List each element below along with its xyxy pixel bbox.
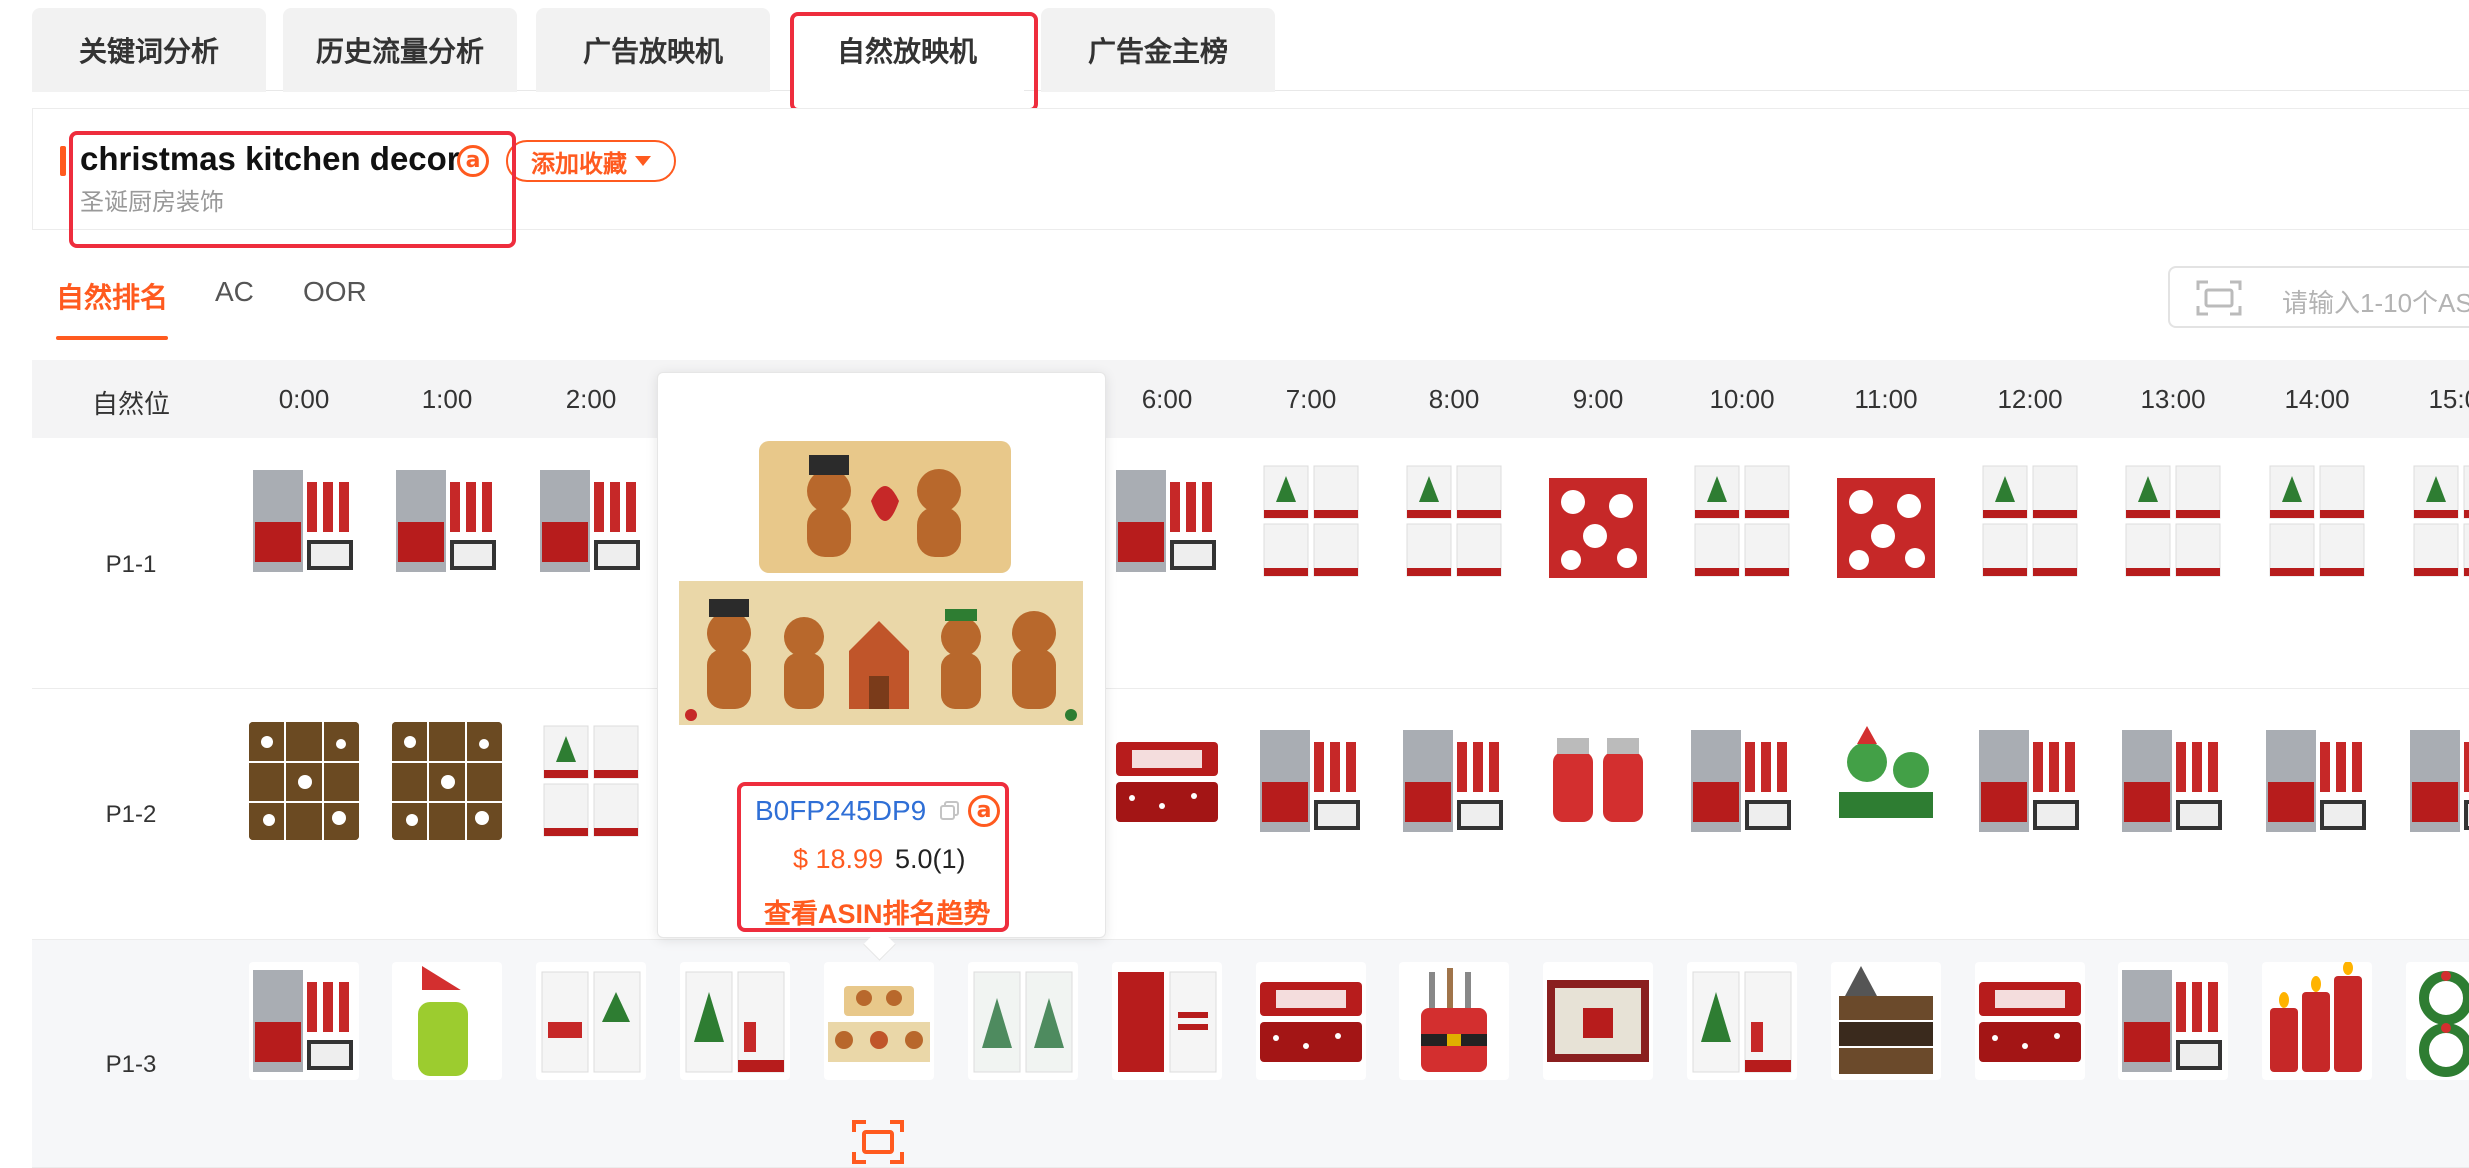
column-header-hour: 12:00 <box>1997 384 2063 414</box>
asin-search-placeholder: 请输入1-10个AS <box>2282 288 2469 318</box>
highlight-box-active-tab <box>790 12 1038 112</box>
product-thumbnail[interactable] <box>2118 462 2228 580</box>
column-header-hour: 15:00 <box>2428 384 2469 414</box>
tab-ad-projector[interactable]: 广告放映机 <box>536 8 770 92</box>
product-thumbnail[interactable] <box>1687 722 1797 840</box>
add-favorite-label: 添加收藏 <box>531 150 627 178</box>
product-thumbnail[interactable] <box>1112 722 1222 840</box>
tab-label: 历史流量分析 <box>315 36 484 67</box>
product-thumbnail[interactable] <box>1399 962 1509 1080</box>
product-thumbnail[interactable] <box>1687 962 1797 1080</box>
tab-label: 广告金主榜 <box>1087 36 1228 67</box>
product-thumbnail[interactable] <box>1543 462 1653 580</box>
product-image[interactable] <box>679 581 1083 725</box>
column-header-hour: 10:00 <box>1709 384 1775 414</box>
product-thumbnail[interactable] <box>968 962 1078 1080</box>
product-thumbnail[interactable] <box>2262 722 2372 840</box>
tab-keyword-analysis[interactable]: 关键词分析 <box>32 8 266 92</box>
scan-icon[interactable] <box>2196 280 2242 316</box>
column-header-hour: 13:00 <box>2140 384 2206 414</box>
product-thumbnail[interactable] <box>1975 462 2085 580</box>
column-header-hour: 6:00 <box>1141 384 1193 414</box>
subtab-ac[interactable]: AC <box>215 276 254 308</box>
product-thumbnail[interactable] <box>249 462 359 580</box>
product-thumbnail[interactable] <box>249 722 359 840</box>
product-thumbnail[interactable] <box>1831 462 1941 580</box>
product-thumbnail[interactable] <box>1399 722 1509 840</box>
column-header-hour: 8:00 <box>1428 384 1480 414</box>
column-header-hour: 7:00 <box>1285 384 1337 414</box>
product-thumbnail[interactable] <box>824 962 934 1080</box>
product-thumbnail[interactable] <box>1256 962 1366 1080</box>
product-thumbnail[interactable] <box>1112 962 1222 1080</box>
row-label: P1-3 <box>105 1051 157 1078</box>
product-thumbnail[interactable] <box>536 462 646 580</box>
column-header-position: 自然位 <box>91 389 171 419</box>
tab-label: 广告放映机 <box>582 36 723 67</box>
product-thumbnail[interactable] <box>1687 462 1797 580</box>
product-thumbnail[interactable] <box>2406 722 2469 840</box>
tab-label: 关键词分析 <box>78 36 219 67</box>
table-header <box>32 360 2469 438</box>
column-header-hour: 0:00 <box>278 384 330 414</box>
product-thumbnail[interactable] <box>2262 962 2372 1080</box>
product-thumbnail[interactable] <box>2118 962 2228 1080</box>
product-thumbnail[interactable] <box>2118 722 2228 840</box>
product-thumbnail[interactable] <box>392 462 502 580</box>
highlight-box-product-info <box>737 782 1009 932</box>
product-thumbnail[interactable] <box>680 962 790 1080</box>
product-thumbnail[interactable] <box>1112 462 1222 580</box>
column-header-hour: 11:00 <box>1854 384 1918 414</box>
product-thumbnail[interactable] <box>249 962 359 1080</box>
product-thumbnail[interactable] <box>2406 962 2469 1080</box>
subtab-oor[interactable]: OOR <box>303 276 367 308</box>
column-header-hour: 2:00 <box>565 384 617 414</box>
caret-down-icon <box>635 156 651 166</box>
product-thumbnail[interactable] <box>1831 962 1941 1080</box>
product-thumbnail[interactable] <box>1543 962 1653 1080</box>
product-image[interactable] <box>759 441 1011 573</box>
product-thumbnail[interactable] <box>1975 722 2085 840</box>
product-thumbnail[interactable] <box>1543 722 1653 840</box>
asin-search-input[interactable]: 请输入1-10个AS <box>2168 266 2469 328</box>
product-thumbnail[interactable] <box>1399 462 1509 580</box>
highlight-box-keyword <box>69 131 516 248</box>
product-thumbnail[interactable] <box>2262 462 2372 580</box>
scan-icon[interactable] <box>852 1120 904 1164</box>
product-thumbnail[interactable] <box>1256 462 1366 580</box>
add-favorite-button[interactable]: 添加收藏 <box>506 140 676 182</box>
product-thumbnail[interactable] <box>392 722 502 840</box>
subtab-organic-rank[interactable]: 自然排名 <box>56 276 168 316</box>
column-header-hour: 14:00 <box>2284 384 2350 414</box>
column-header-hour: 1:00 <box>421 384 473 414</box>
row-label: P1-1 <box>105 551 157 578</box>
keyword-accent-bar <box>60 146 66 176</box>
product-thumbnail[interactable] <box>536 722 646 840</box>
column-header-hour: 9:00 <box>1572 384 1624 414</box>
tab-history-traffic[interactable]: 历史流量分析 <box>283 8 517 92</box>
product-thumbnail[interactable] <box>392 962 502 1080</box>
tab-ad-sponsor-ranking[interactable]: 广告金主榜 <box>1041 8 1275 92</box>
product-thumbnail[interactable] <box>1975 962 2085 1080</box>
product-thumbnail[interactable] <box>536 962 646 1080</box>
product-thumbnail[interactable] <box>1256 722 1366 840</box>
product-thumbnail[interactable] <box>2406 462 2469 580</box>
row-label: P1-2 <box>105 801 157 828</box>
subtab-active-underline <box>56 336 168 340</box>
product-thumbnail[interactable] <box>1831 722 1941 840</box>
